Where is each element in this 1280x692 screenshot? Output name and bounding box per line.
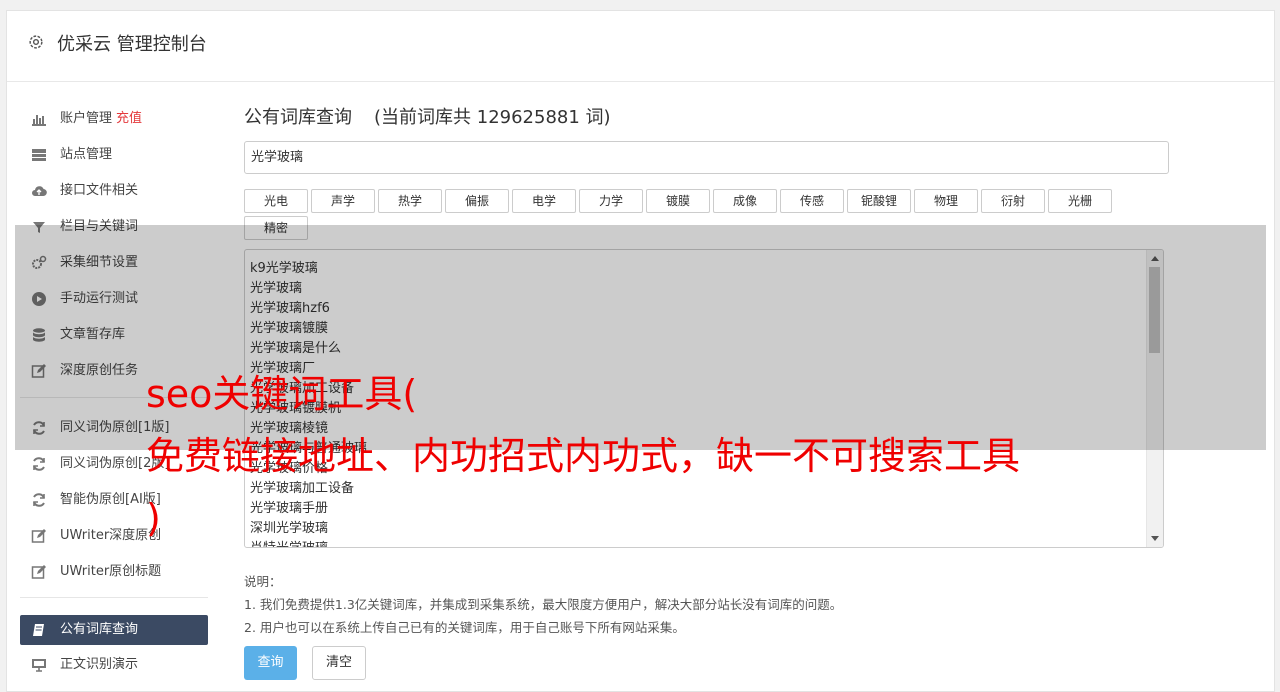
lexicon-count: (当前词库共 129625881 词) [374,107,611,128]
note-line-2: 2. 用户也可以在系统上传自己已有的关键词库，用于自己账号下所有网站采集。 [244,620,685,635]
sidebar-item-uwriter-title[interactable]: UWriter原创标题 [20,557,208,587]
sidebar-item-label: 接口文件相关 [60,183,139,198]
notes-heading: 说明： [244,574,282,589]
sidebar-item-label: 公有词库查询 [60,622,139,637]
tag-button[interactable]: 成像 [713,189,777,213]
page-title: 公有词库查询 (当前词库共 129625881 词) [244,103,611,129]
overlay-caption: seo关键词工具( 免费链接地址、内功招式内功式，缺一不可搜索工具 ) [146,363,1146,549]
tag-button[interactable]: 衍射 [981,189,1045,213]
monitor-icon [32,659,46,672]
sidebar-item-label: 站点管理 [60,147,113,162]
edit-icon [31,529,46,543]
clear-button[interactable]: 清空 [312,646,366,680]
tag-button[interactable]: 物理 [914,189,978,213]
refresh-icon [33,457,45,471]
tag-button[interactable]: 力学 [579,189,643,213]
overlay-line-1: seo关键词工具( [146,372,418,416]
tag-button[interactable]: 传感 [780,189,844,213]
sidebar-item-label: 账户管理 [60,111,113,126]
overlay-line-3: ) [146,496,161,540]
tag-button[interactable]: 铌酸锂 [847,189,911,213]
scroll-down-arrow-icon[interactable] [1151,536,1159,541]
sidebar-item-sites[interactable]: 站点管理 [20,140,208,170]
tag-button[interactable]: 光电 [244,189,308,213]
bar-chart-icon [32,115,46,126]
cloud-upload-icon [32,186,47,197]
server-icon [32,149,46,161]
keyword-search-input[interactable]: 光学玻璃 [244,141,1169,174]
tag-button[interactable]: 偏振 [445,189,509,213]
query-button[interactable]: 查询 [244,646,297,680]
sidebar-item-label: UWriter原创标题 [60,564,162,579]
sidebar-item-account[interactable]: 账户管理 充值 [20,104,208,134]
edit-icon [31,565,46,579]
refresh-icon [33,493,45,507]
recharge-link[interactable]: 充值 [116,111,142,126]
tag-button[interactable]: 镀膜 [646,189,710,213]
tag-button[interactable]: 光栅 [1048,189,1112,213]
tag-button[interactable]: 热学 [378,189,442,213]
console-title: 优采云 管理控制台 [57,34,207,55]
tag-button[interactable]: 电学 [512,189,576,213]
sidebar-divider [20,597,208,598]
tag-button[interactable]: 声学 [311,189,375,213]
panel-header: 优采云 管理控制台 [7,11,1274,82]
overlay-line-2: 免费链接地址、内功招式内功式，缺一不可搜索工具 [146,434,1021,478]
gear-icon [29,35,43,49]
note-line-1: 1. 我们免费提供1.3亿关键词库，并集成到采集系统，最大限度方便用户，解决大部… [244,597,843,612]
sidebar-item-api-files[interactable]: 接口文件相关 [20,176,208,206]
page-title-text: 公有词库查询 [244,107,352,128]
book-icon [33,624,44,636]
sidebar-item-public-lexicon[interactable]: 公有词库查询 [20,615,208,645]
